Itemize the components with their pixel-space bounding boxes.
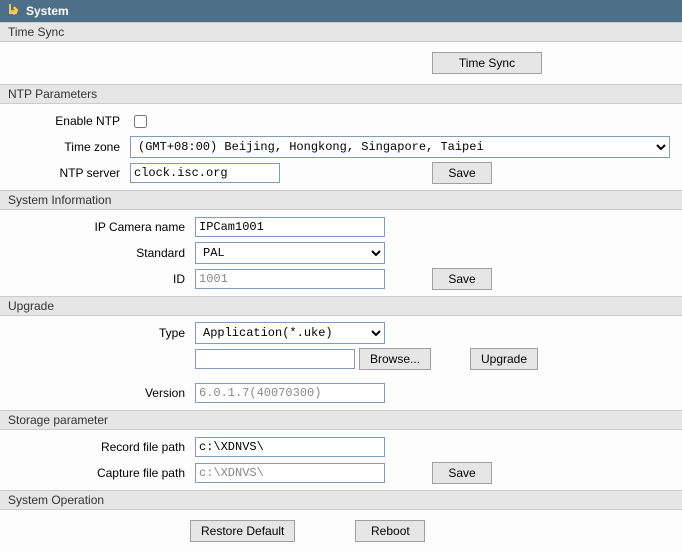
- version-label: Version: [0, 386, 195, 400]
- record-path-input[interactable]: [195, 437, 385, 457]
- page-header: System: [0, 0, 682, 22]
- enable-ntp-checkbox[interactable]: [134, 115, 147, 128]
- id-input: [195, 269, 385, 289]
- record-path-label: Record file path: [0, 440, 195, 454]
- section-ntp: NTP Parameters: [0, 84, 682, 104]
- ntp-server-label: NTP server: [0, 166, 130, 180]
- reboot-button[interactable]: Reboot: [355, 520, 425, 542]
- storage-save-button[interactable]: Save: [432, 462, 492, 484]
- upgrade-button[interactable]: Upgrade: [470, 348, 538, 370]
- section-label: System Operation: [8, 493, 104, 507]
- section-label: Upgrade: [8, 299, 54, 313]
- section-label: System Information: [8, 193, 111, 207]
- section-storage: Storage parameter: [0, 410, 682, 430]
- ntp-save-button[interactable]: Save: [432, 162, 492, 184]
- version-input: [195, 383, 385, 403]
- restore-default-button[interactable]: Restore Default: [190, 520, 295, 542]
- id-label: ID: [0, 272, 195, 286]
- upgrade-type-select[interactable]: Application(*.uke): [195, 322, 385, 344]
- upgrade-type-label: Type: [0, 326, 195, 340]
- section-time-sync: Time Sync: [0, 22, 682, 42]
- enable-ntp-label: Enable NTP: [0, 114, 130, 128]
- section-upgrade: Upgrade: [0, 296, 682, 316]
- ntp-server-input[interactable]: [130, 163, 280, 183]
- timezone-label: Time zone: [0, 140, 130, 154]
- timezone-select[interactable]: (GMT+08:00) Beijing, Hongkong, Singapore…: [130, 136, 670, 158]
- sysinfo-save-button[interactable]: Save: [432, 268, 492, 290]
- arrow-icon: [8, 4, 20, 19]
- camera-name-label: IP Camera name: [0, 220, 195, 234]
- time-sync-button[interactable]: Time Sync: [432, 52, 542, 74]
- camera-name-input[interactable]: [195, 217, 385, 237]
- capture-path-label: Capture file path: [0, 466, 195, 480]
- section-system-operation: System Operation: [0, 490, 682, 510]
- standard-select[interactable]: PAL: [195, 242, 385, 264]
- section-label: NTP Parameters: [8, 87, 97, 101]
- upgrade-file-input[interactable]: [195, 349, 355, 369]
- section-label: Storage parameter: [8, 413, 108, 427]
- section-system-info: System Information: [0, 190, 682, 210]
- section-label: Time Sync: [8, 25, 64, 39]
- browse-button[interactable]: Browse...: [359, 348, 431, 370]
- capture-path-input: [195, 463, 385, 483]
- page-title: System: [26, 4, 69, 18]
- standard-label: Standard: [0, 246, 195, 260]
